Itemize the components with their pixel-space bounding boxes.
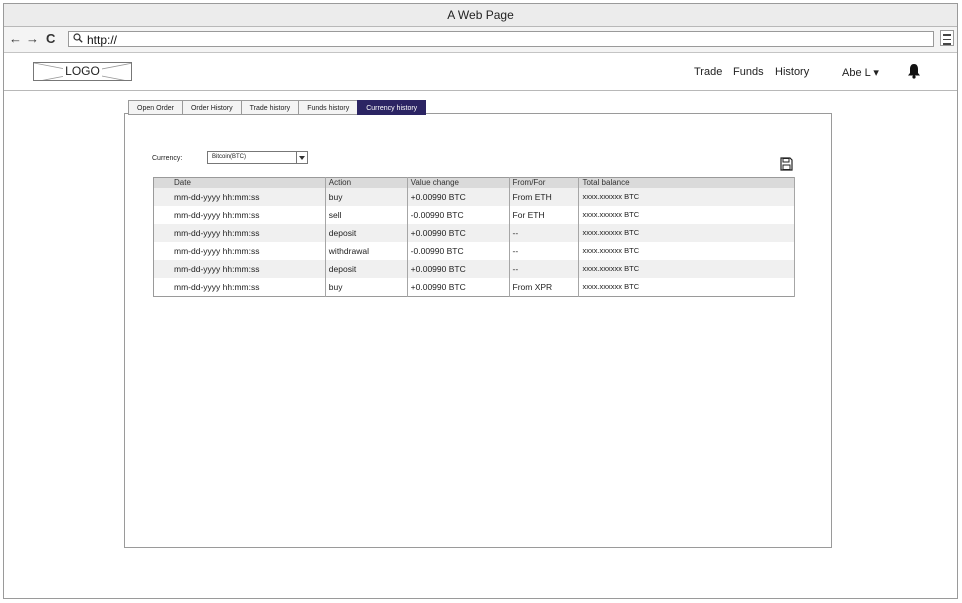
cell-from-for: -- [509,260,580,278]
table-row[interactable]: mm-dd-yyyy hh:mm:ss deposit +0.00990 BTC… [153,260,795,278]
tab-funds-history[interactable]: Funds history [298,100,358,115]
tab-order-history[interactable]: Order History [181,100,241,115]
url-text: http:// [87,33,118,47]
table-row[interactable]: mm-dd-yyyy hh:mm:ss buy +0.00990 BTC Fro… [153,278,795,297]
currency-history-table: Date Action Value change From/For Total … [153,177,795,297]
table-header-row: Date Action Value change From/For Total … [153,177,795,188]
url-input[interactable]: http:// [68,31,934,47]
tab-open-order[interactable]: Open Order [128,100,182,115]
col-action[interactable]: Action [325,177,408,188]
back-button[interactable]: ← [9,31,22,47]
col-total-balance[interactable]: Total balance [578,177,795,188]
logo[interactable]: LOGO [33,62,132,81]
cell-value-change: -0.00990 BTC [407,206,510,224]
cell-action: buy [325,188,408,206]
tab-currency-history[interactable]: Currency history [357,100,427,115]
nav-history[interactable]: History [775,66,809,78]
cell-total-balance: xxxx.xxxxxx BTC [578,188,795,206]
reload-button[interactable]: C [46,31,55,47]
cell-action: buy [325,278,408,297]
cell-value-change: +0.00990 BTC [407,188,510,206]
save-icon[interactable] [780,157,793,171]
cell-action: sell [325,206,408,224]
cell-total-balance: xxxx.xxxxxx BTC [578,278,795,297]
cell-date: mm-dd-yyyy hh:mm:ss [153,224,326,242]
cell-value-change: -0.00990 BTC [407,242,510,260]
col-value-change[interactable]: Value change [407,177,510,188]
cell-total-balance: xxxx.xxxxxx BTC [578,206,795,224]
cell-from-for: From ETH [509,188,580,206]
address-bar: ← → C http:// [4,27,957,53]
col-from-for[interactable]: From/For [509,177,580,188]
cell-action: deposit [325,224,408,242]
site-header: LOGO Trade Funds History Abe L ▾ [4,53,957,91]
menu-icon[interactable] [940,30,954,46]
cell-action: deposit [325,260,408,278]
table-row[interactable]: mm-dd-yyyy hh:mm:ss deposit +0.00990 BTC… [153,224,795,242]
cell-total-balance: xxxx.xxxxxx BTC [578,260,795,278]
cell-date: mm-dd-yyyy hh:mm:ss [153,206,326,224]
nav-trade[interactable]: Trade [694,66,722,78]
cell-date: mm-dd-yyyy hh:mm:ss [153,260,326,278]
window-title: A Web Page [4,4,957,27]
currency-label: Currency: [152,155,183,162]
cell-date: mm-dd-yyyy hh:mm:ss [153,188,326,206]
history-tabs: Open Order Order History Trade history F… [128,100,427,115]
cell-from-for: From XPR [509,278,580,297]
cell-value-change: +0.00990 BTC [407,278,510,297]
cell-from-for: For ETH [509,206,580,224]
cell-from-for: -- [509,242,580,260]
table-row[interactable]: mm-dd-yyyy hh:mm:ss withdrawal -0.00990 … [153,242,795,260]
forward-button[interactable]: → [26,31,39,47]
nav-funds[interactable]: Funds [733,66,764,78]
cell-date: mm-dd-yyyy hh:mm:ss [153,278,326,297]
bell-icon[interactable] [907,63,921,79]
currency-selected: Bitcoin(BTC) [212,154,247,160]
table-row[interactable]: mm-dd-yyyy hh:mm:ss sell -0.00990 BTC Fo… [153,206,795,224]
cell-action: withdrawal [325,242,408,260]
cell-value-change: +0.00990 BTC [407,224,510,242]
user-menu[interactable]: Abe L ▾ [842,66,879,79]
tab-trade-history[interactable]: Trade history [240,100,299,115]
currency-select[interactable]: Bitcoin(BTC) [207,151,308,164]
cell-total-balance: xxxx.xxxxxx BTC [578,224,795,242]
chevron-down-icon [296,152,307,163]
cell-from-for: -- [509,224,580,242]
cell-total-balance: xxxx.xxxxxx BTC [578,242,795,260]
cell-value-change: +0.00990 BTC [407,260,510,278]
logo-text: LOGO [63,64,102,78]
cell-date: mm-dd-yyyy hh:mm:ss [153,242,326,260]
search-icon [73,32,83,48]
col-date[interactable]: Date [153,177,326,188]
table-row[interactable]: mm-dd-yyyy hh:mm:ss buy +0.00990 BTC Fro… [153,188,795,206]
